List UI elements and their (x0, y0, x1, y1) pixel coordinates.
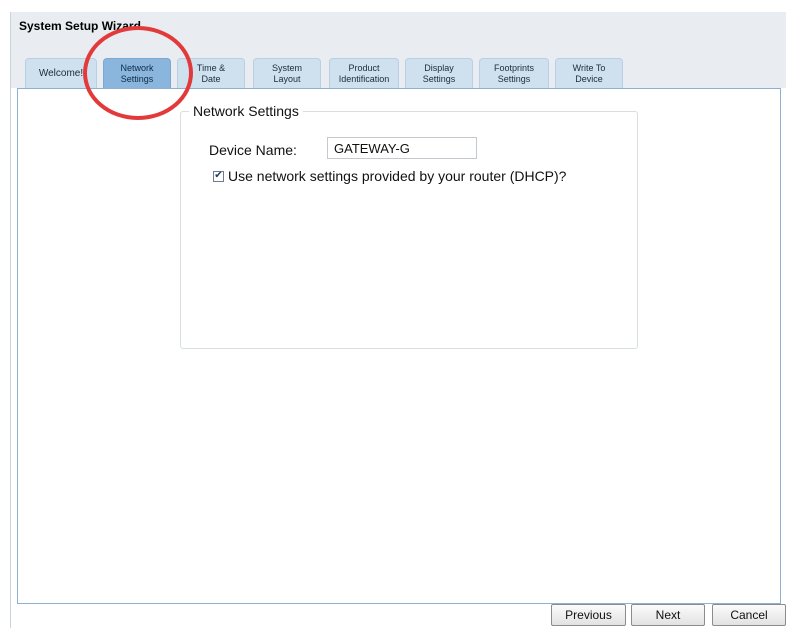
tab-label: Footprints Settings (493, 62, 535, 84)
wizard-window: System Setup Wizard Welcome! Network Set… (10, 12, 786, 628)
tab-content-panel: Network Settings Device Name: ✔ Use netw… (17, 88, 781, 604)
device-name-input[interactable] (327, 137, 477, 159)
dhcp-checkbox[interactable]: ✔ (213, 170, 224, 182)
previous-button[interactable]: Previous (551, 604, 626, 626)
tab-label: System Layout (271, 62, 302, 84)
window-title: System Setup Wizard (11, 12, 786, 42)
tab-label: Welcome! (38, 68, 84, 79)
tab-label: Product Identification (338, 62, 390, 84)
next-button[interactable]: Next (631, 604, 705, 626)
tab-display-settings[interactable]: Display Settings (405, 58, 473, 88)
tab-write-to-device[interactable]: Write To Device (555, 58, 623, 88)
tab-product-identification[interactable]: Product Identification (329, 58, 399, 88)
tab-time-date[interactable]: Time & Date (177, 58, 245, 88)
group-legend: Network Settings (189, 103, 303, 119)
tab-welcome[interactable]: Welcome! (25, 58, 97, 88)
tab-strip: Welcome! Network Settings Time & Date Sy… (11, 42, 786, 88)
tab-label: Time & Date (196, 62, 226, 84)
tab-system-layout[interactable]: System Layout (253, 58, 321, 88)
network-settings-group: Network Settings Device Name: ✔ Use netw… (180, 103, 638, 349)
dhcp-label: Use network settings provided by your ro… (228, 168, 567, 184)
wizard-button-bar: Previous Next Cancel (11, 604, 786, 628)
dhcp-option[interactable]: ✔ Use network settings provided by your … (213, 168, 566, 184)
tab-label: Network Settings (120, 62, 154, 84)
tab-footprints-settings[interactable]: Footprints Settings (479, 58, 549, 88)
cancel-button[interactable]: Cancel (712, 604, 786, 626)
tab-network-settings[interactable]: Network Settings (103, 58, 171, 88)
checkmark-icon: ✔ (214, 170, 223, 181)
tab-label: Display Settings (422, 62, 456, 84)
device-name-label: Device Name: (209, 142, 297, 158)
tab-label: Write To Device (572, 62, 606, 84)
